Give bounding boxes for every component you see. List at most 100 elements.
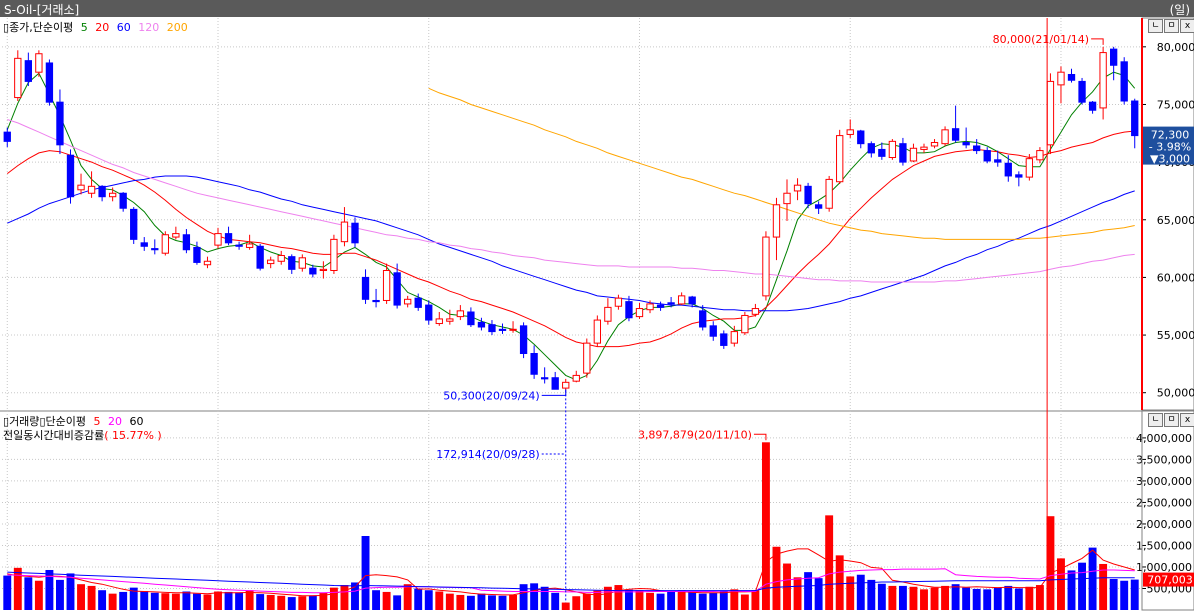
volume-bar	[530, 583, 539, 610]
candle-body	[888, 140, 897, 159]
volume-bar	[266, 594, 275, 610]
volume-bar	[688, 591, 697, 610]
volume-bar	[424, 590, 433, 610]
volume-bar	[1067, 570, 1076, 610]
volume-bar	[1057, 558, 1065, 610]
volume-bar	[488, 595, 496, 610]
ma20-label: 20	[95, 21, 110, 34]
candle-body	[24, 60, 33, 82]
candle-body	[404, 298, 412, 305]
volume-bar	[909, 586, 918, 610]
candle-body	[793, 184, 802, 192]
volume-bar	[867, 579, 876, 610]
candle-body	[277, 255, 285, 262]
volume-bar	[382, 591, 391, 610]
max-volume-annotation: 3,897,879(20/11/10)	[638, 428, 752, 441]
candle-body	[1078, 80, 1086, 103]
volume-bar	[329, 587, 338, 610]
candle-body	[161, 234, 169, 254]
candle-body	[467, 311, 475, 326]
candle-body	[87, 185, 96, 194]
candle-body	[382, 269, 391, 301]
close-icon[interactable]: x	[1180, 413, 1194, 427]
candle-body	[235, 244, 243, 247]
volume-bar	[1088, 547, 1097, 610]
price-tick-label: 75,000	[1157, 98, 1194, 111]
volume-bar	[814, 578, 823, 610]
candle-body	[572, 374, 580, 382]
price-legend[interactable]: ▯종가,단순이평 5 20 60 120 200	[3, 19, 192, 35]
price-panel-window-buttons: ㄴ ㅁ x	[1148, 19, 1194, 33]
volume-bar	[403, 584, 412, 610]
candle-body	[667, 302, 675, 305]
stock-chart[interactable]: 50,00055,00060,00065,00070,00075,00080,0…	[0, 0, 1194, 612]
volume-bar	[445, 593, 454, 610]
volume-bar	[709, 592, 718, 610]
volume-bar	[877, 583, 886, 610]
candle-body	[66, 154, 75, 198]
volume-bar	[793, 577, 802, 610]
volume-bar	[13, 567, 22, 610]
price-tick-label: 50,000	[1157, 387, 1194, 400]
volume-bar	[414, 588, 423, 610]
volume-change-label: 전일동시간대비증감률	[3, 429, 105, 442]
volume-bar	[340, 585, 349, 610]
close-icon[interactable]: x	[1180, 19, 1194, 33]
candle-body	[720, 333, 728, 346]
volume-panel-bg	[0, 411, 1194, 610]
candle-body	[688, 296, 696, 305]
volume-bar	[66, 573, 75, 610]
candle-body	[593, 319, 602, 344]
candle-body	[3, 131, 11, 142]
volume-bar	[150, 592, 159, 610]
volume-bar	[572, 596, 581, 610]
candle-body	[414, 297, 422, 308]
candle-body	[751, 308, 760, 315]
candle-body	[446, 318, 454, 322]
candle-body	[625, 301, 633, 319]
candle-body	[635, 308, 644, 318]
candle-body	[562, 381, 570, 389]
volume-bar	[856, 574, 865, 610]
price-tick-label: 80,000	[1157, 41, 1194, 54]
volume-bar	[677, 590, 686, 610]
candle-body	[519, 325, 528, 355]
volume-bar	[192, 593, 201, 610]
candle-body	[35, 53, 43, 73]
candle-body	[477, 321, 486, 328]
candle-body	[456, 310, 465, 318]
maximize-icon[interactable]: ㅁ	[1164, 413, 1179, 427]
candle-body	[509, 328, 517, 331]
current-volume: 707,003	[1147, 574, 1193, 587]
candle-body	[1046, 80, 1055, 146]
volume-bar	[561, 602, 570, 610]
candle-body	[1131, 100, 1139, 137]
volume-bar	[466, 595, 475, 610]
price-tick-label: 60,000	[1157, 271, 1194, 284]
volume-bar	[1046, 516, 1055, 610]
volume-bar	[361, 536, 370, 610]
candle-body	[656, 304, 665, 308]
volume-bar	[582, 593, 591, 610]
candle-body	[540, 377, 549, 380]
volume-change-legend[interactable]: 전일동시간대비증감률( 15.77% )	[3, 427, 166, 443]
price-panel-background	[0, 17, 1194, 411]
minimize-icon[interactable]: ㄴ	[1148, 19, 1163, 33]
volume-bar	[1099, 563, 1108, 610]
volume-bar	[656, 593, 665, 610]
candle-body	[772, 204, 781, 238]
maximize-icon[interactable]: ㅁ	[1164, 19, 1179, 33]
candle-body	[814, 204, 823, 209]
candle-body	[857, 130, 865, 145]
volume-bar	[98, 590, 107, 610]
volume-bar	[1014, 588, 1023, 610]
volume-bar	[698, 593, 707, 610]
volume-bar	[646, 592, 654, 610]
candle-body	[551, 377, 559, 390]
candle-body	[393, 272, 401, 306]
volume-bar	[625, 589, 633, 610]
candle-body	[1004, 162, 1012, 177]
minimize-icon[interactable]: ㄴ	[1148, 413, 1163, 427]
ma120-label: 120	[138, 21, 160, 34]
volume-bar	[372, 590, 381, 610]
